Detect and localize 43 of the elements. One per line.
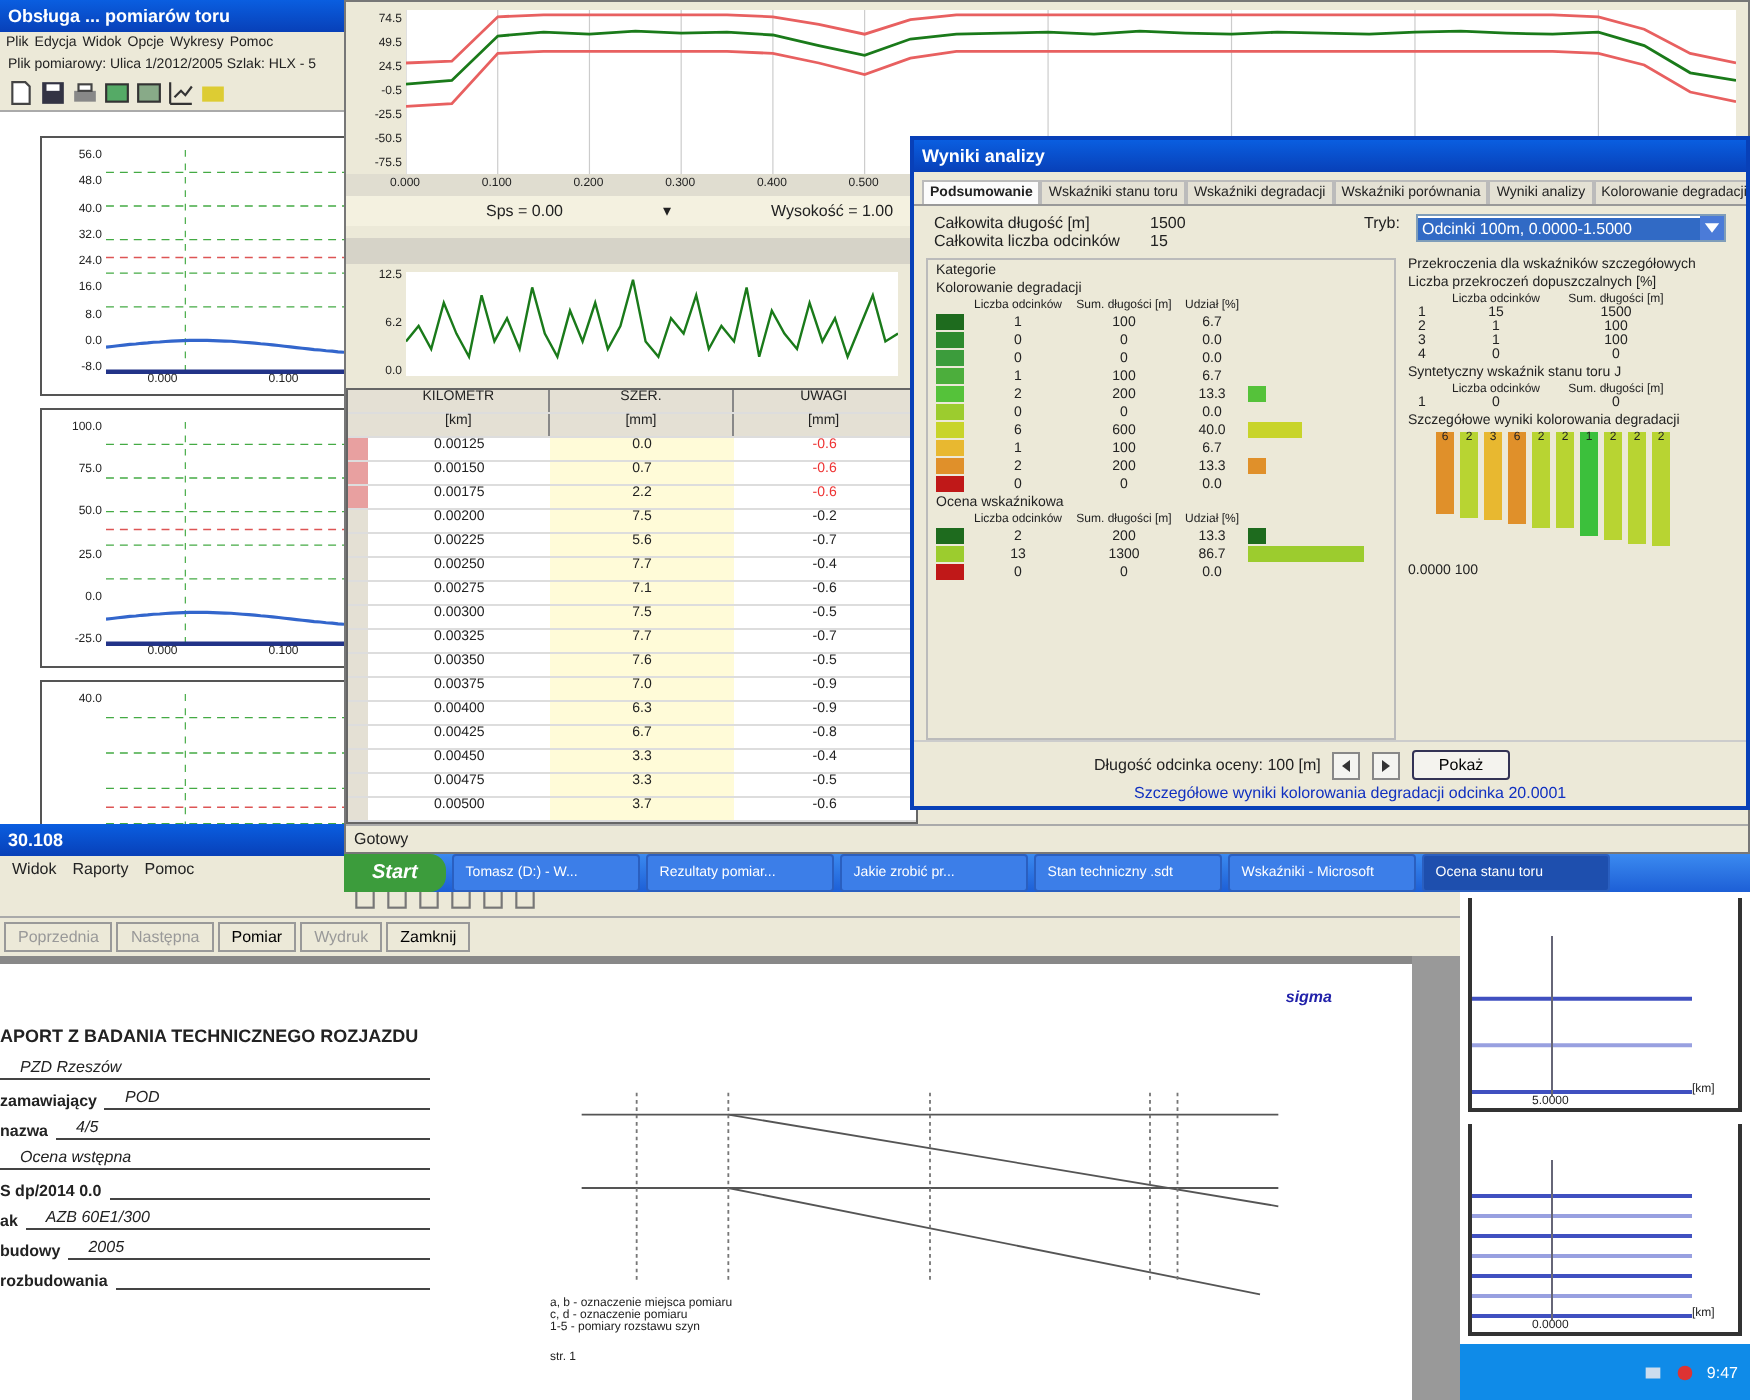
status-text: Sps = 0.00 [486, 202, 563, 220]
field-label: Całkowita długość [m] [934, 214, 1092, 232]
form-label: nazwa [0, 1122, 49, 1140]
clock: 9:47 [1706, 1363, 1738, 1381]
form-label: S dp/2014 0.0 [0, 1182, 102, 1200]
share-bar [1248, 422, 1302, 438]
status-text: Wysokość = 1.00 [770, 202, 894, 220]
toolbar-button[interactable]: Zamknij [386, 922, 471, 952]
fill-in-line: PZD Rzeszów [0, 1058, 430, 1080]
status-bar-text: Gotowy [354, 830, 409, 848]
menu-item[interactable]: Pomoc [144, 860, 195, 878]
mode-dropdown[interactable]: Odcinki 100m, 0.0000-1.5000 [1415, 214, 1726, 242]
window-title: Wyniki analizy [914, 140, 1746, 172]
fill-in-line: 2005 [68, 1238, 430, 1260]
fill-in-line: POD [104, 1088, 430, 1110]
form-label: zamawiający [0, 1092, 97, 1110]
report-heading: APORT Z BADANIA TECHNICZNEGO ROZJAZDU [0, 1026, 421, 1046]
form-label: budowy [0, 1242, 61, 1260]
chart-icon[interactable] [168, 80, 194, 106]
field-label: Tryb: [1364, 214, 1400, 232]
fill-in-line: 4/5 [56, 1118, 430, 1140]
scrollbar[interactable] [1412, 956, 1460, 1400]
fill-in-line: AZB 60E1/300 [25, 1208, 430, 1230]
field-value: 15 [1150, 232, 1168, 250]
length-label: Długość odcinka oceny: 100 [m] [1094, 756, 1321, 774]
fill-in-line: Ocena wstępna [0, 1148, 430, 1170]
form-label: ak [0, 1212, 18, 1230]
form-label: rozbudowania [0, 1272, 108, 1290]
menu-item[interactable]: Widok [12, 860, 57, 878]
details-link[interactable]: Szczegółowe wyniki kolorowania degradacji odcinka 20.0001 [914, 784, 1746, 806]
print-icon[interactable] [72, 80, 98, 106]
new-file-icon[interactable] [8, 80, 34, 106]
share-bar [1248, 386, 1266, 402]
menu-item[interactable]: Raporty [72, 860, 129, 878]
show-button[interactable]: Pokaż [1412, 750, 1510, 780]
field-label: Całkowita liczba odcinków [934, 232, 1122, 250]
share-bar [1248, 458, 1266, 474]
field-value: 1500 [1150, 214, 1186, 232]
window-title: Obsługa ... pomiarów toru [0, 0, 346, 32]
save-icon[interactable] [40, 80, 66, 106]
logo: sigma [1285, 988, 1332, 1006]
toolbar-button[interactable]: Pomiar [217, 922, 297, 952]
status-text: ▾ [662, 202, 671, 220]
